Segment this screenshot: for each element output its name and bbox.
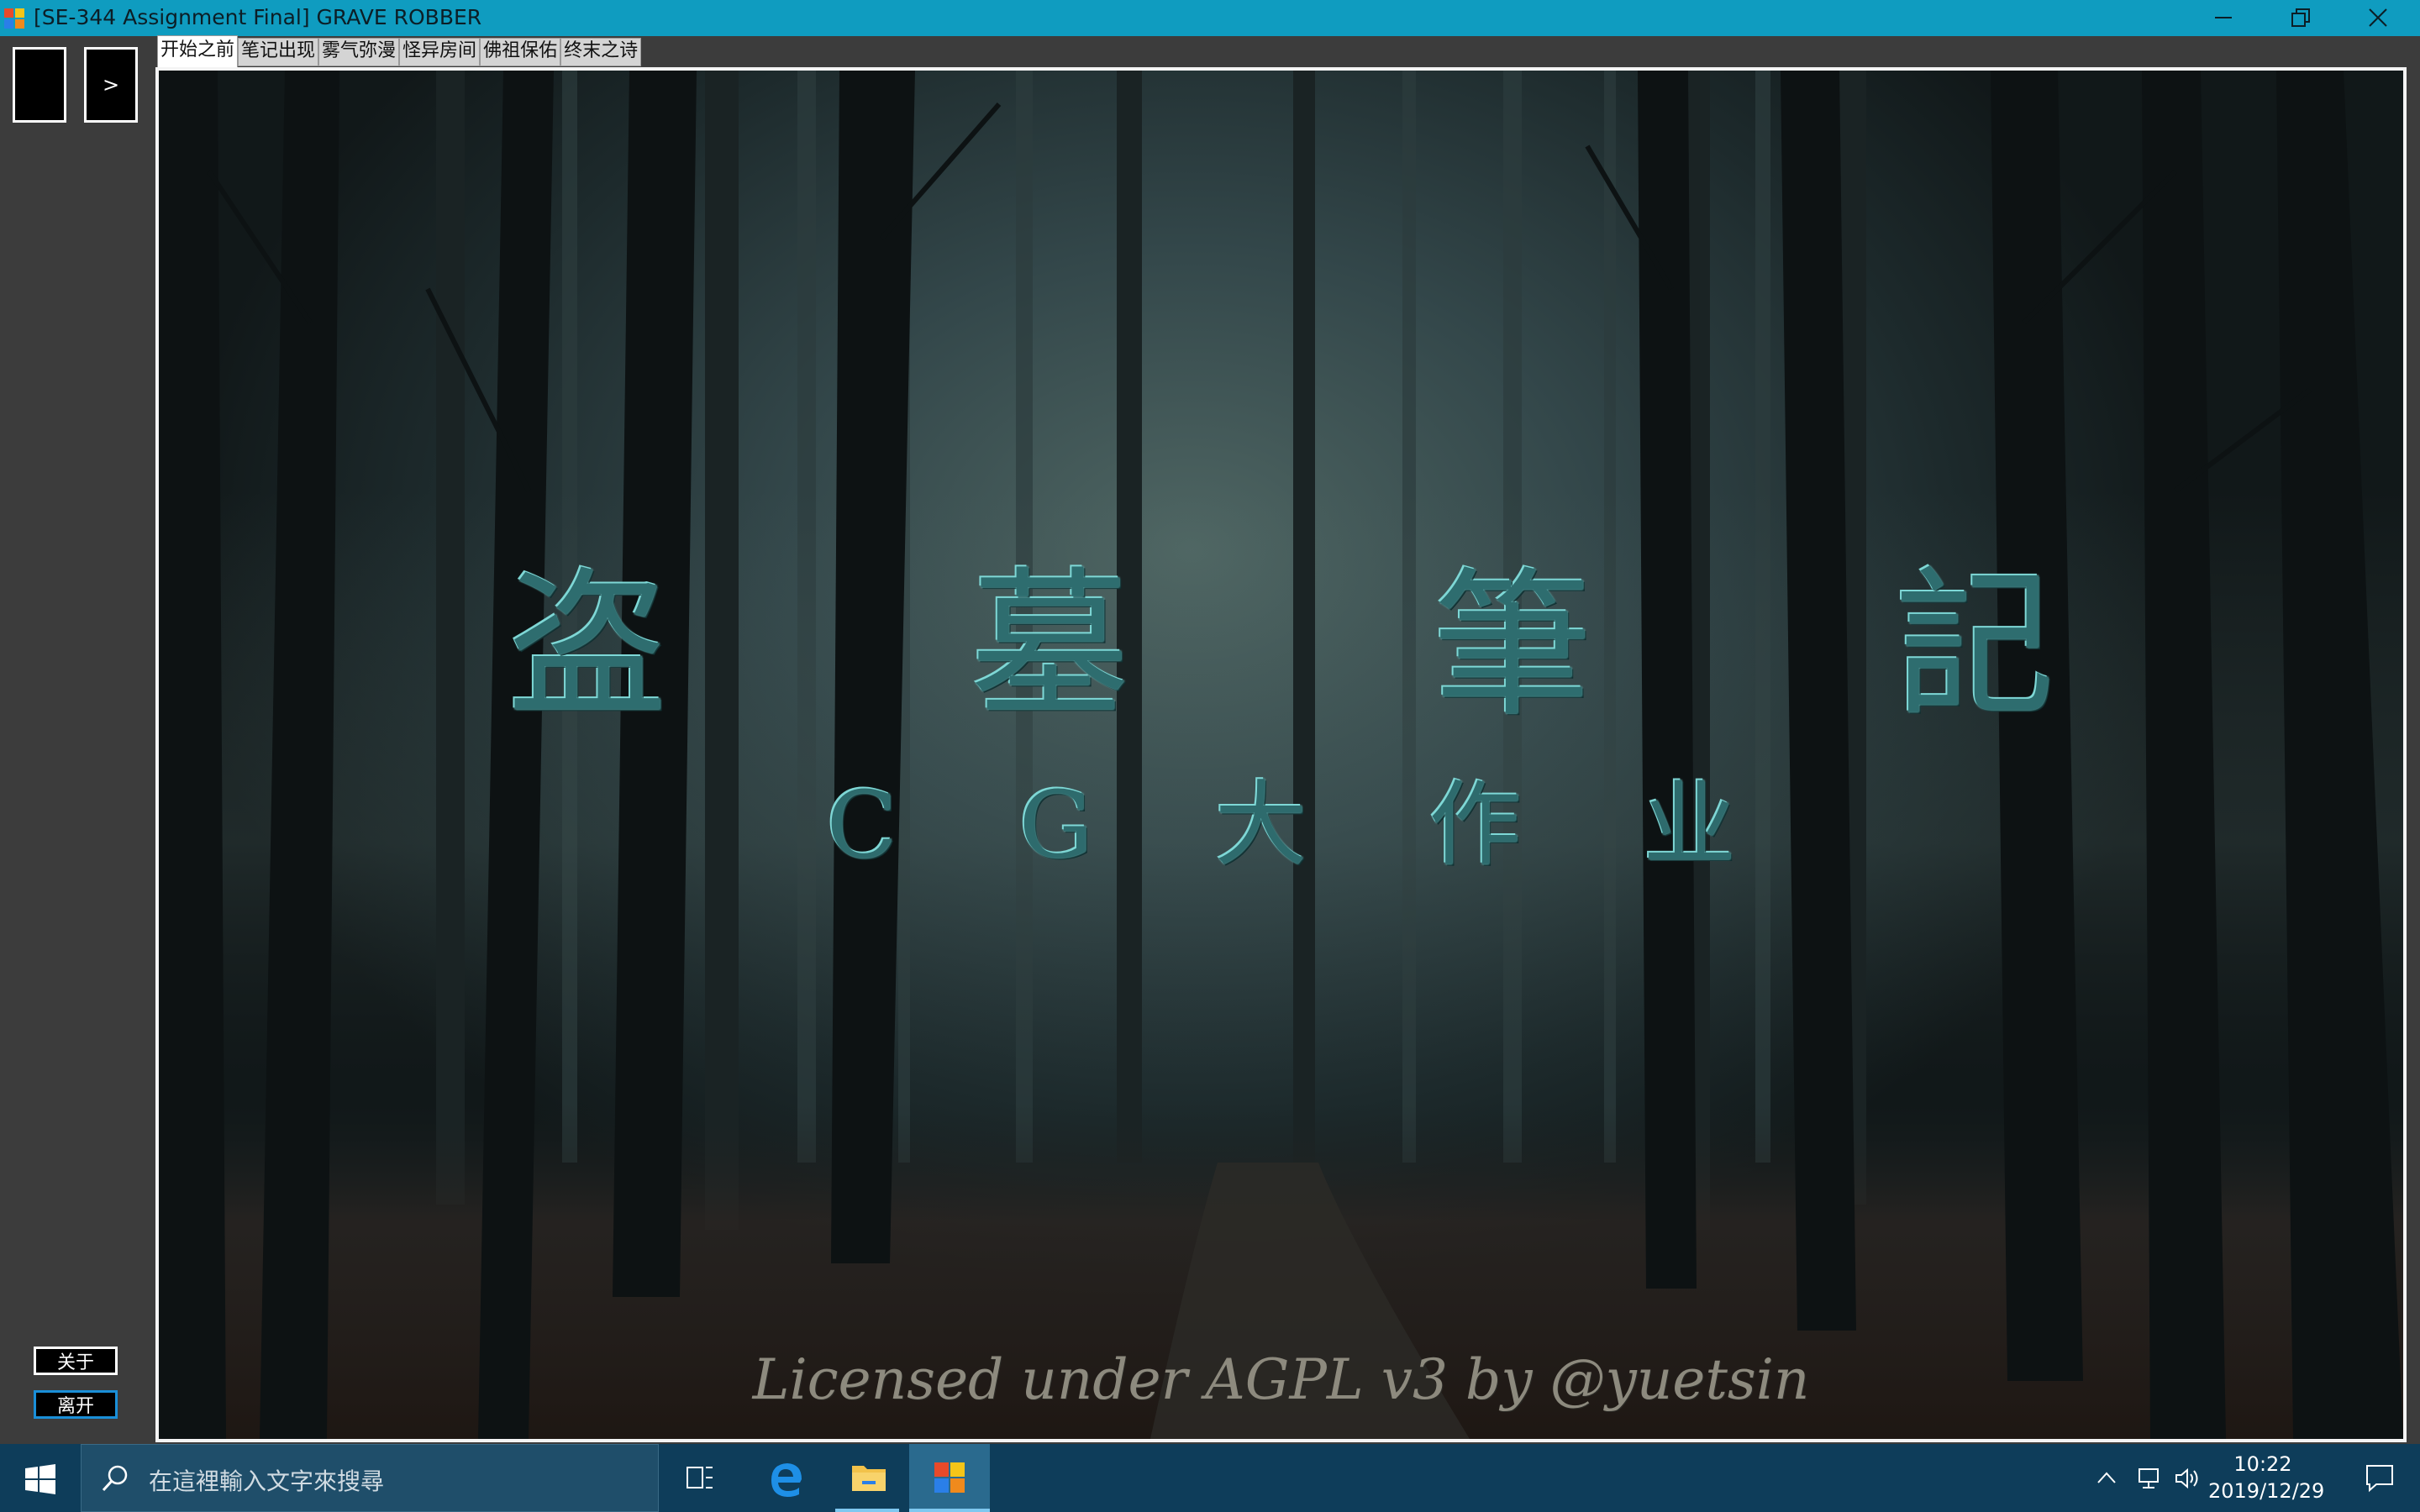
minimize-button[interactable] bbox=[2185, 0, 2262, 36]
previous-button[interactable] bbox=[13, 47, 66, 123]
restore-button[interactable] bbox=[2262, 0, 2339, 36]
chevron-up-icon bbox=[2097, 1472, 2116, 1483]
action-center-button[interactable] bbox=[2346, 1444, 2413, 1512]
app-icon bbox=[3, 8, 25, 29]
edge-icon bbox=[771, 1463, 802, 1497]
tab-chapter-2[interactable]: 笔记出现 bbox=[238, 38, 319, 66]
tab-chapter-4[interactable]: 怪异房间 bbox=[399, 38, 481, 66]
volume-button[interactable] bbox=[2168, 1444, 2205, 1512]
game-subtitle: C G 大 作 业 bbox=[826, 771, 1782, 879]
taskbar: 在這裡輸入文字來搜尋 10:22 2019/12/29 bbox=[0, 1444, 2420, 1512]
search-placeholder: 在這裡輸入文字來搜尋 bbox=[149, 1467, 385, 1495]
game-app-taskbar-button[interactable] bbox=[909, 1444, 990, 1512]
search-icon bbox=[102, 1465, 128, 1492]
close-icon bbox=[2369, 8, 2387, 27]
title-bar[interactable]: [SE-344 Assignment Final] GRAVE ROBBER bbox=[0, 0, 2420, 36]
task-view-icon bbox=[687, 1467, 713, 1488]
volume-icon bbox=[2175, 1467, 2198, 1489]
window-title: [SE-344 Assignment Final] GRAVE ROBBER bbox=[34, 5, 482, 29]
tab-chapter-1[interactable]: 开始之前 bbox=[157, 35, 239, 67]
restore-icon bbox=[2291, 8, 2310, 27]
next-button[interactable]: > bbox=[84, 47, 138, 123]
network-button[interactable] bbox=[2129, 1444, 2166, 1512]
clock-time: 10:22 bbox=[2233, 1452, 2292, 1476]
tab-chapter-6[interactable]: 终末之诗 bbox=[560, 38, 642, 66]
taskbar-clock[interactable]: 10:22 2019/12/29 bbox=[2208, 1451, 2325, 1504]
game-scene[interactable]: 盗 墓 筆 記 C G 大 作 业 Licensed under AGPL v3… bbox=[155, 67, 2407, 1442]
tab-chapter-3[interactable]: 雾气弥漫 bbox=[318, 38, 400, 66]
app-body: > 开始之前 笔记出现 雾气弥漫 怪异房间 佛祖保佑 终末之诗 盗 墓 筆 記 … bbox=[0, 35, 2420, 1444]
close-button[interactable] bbox=[2339, 0, 2417, 36]
windows-start-icon bbox=[25, 1464, 55, 1494]
network-icon bbox=[2139, 1468, 2159, 1488]
file-explorer-taskbar-button[interactable] bbox=[827, 1444, 908, 1512]
license-text: Licensed under AGPL v3 by @yuetsin bbox=[752, 1347, 1810, 1412]
notification-icon bbox=[2366, 1465, 2393, 1493]
show-hidden-icons-button[interactable] bbox=[2089, 1444, 2126, 1512]
clock-date: 2019/12/29 bbox=[2208, 1479, 2325, 1503]
file-explorer-icon bbox=[852, 1466, 886, 1491]
chapter-tabs: 开始之前 笔记出现 雾气弥漫 怪异房间 佛祖保佑 终末之诗 bbox=[157, 35, 642, 68]
minimize-icon bbox=[2215, 17, 2232, 18]
game-app-icon bbox=[934, 1462, 965, 1493]
taskbar-search[interactable]: 在這裡輸入文字來搜尋 bbox=[81, 1444, 659, 1512]
quit-button[interactable]: 离开 bbox=[34, 1390, 118, 1419]
edge-taskbar-button[interactable] bbox=[744, 1444, 825, 1512]
start-button[interactable] bbox=[0, 1444, 81, 1512]
about-button[interactable]: 关于 bbox=[34, 1347, 118, 1375]
task-view-button[interactable] bbox=[659, 1444, 739, 1512]
game-title: 盗 墓 筆 記 bbox=[507, 553, 2181, 738]
tab-chapter-5[interactable]: 佛祖保佑 bbox=[480, 38, 561, 66]
